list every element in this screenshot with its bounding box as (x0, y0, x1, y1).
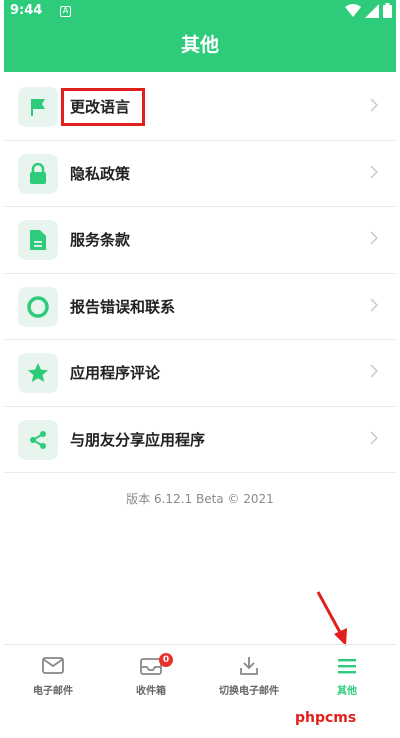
battery-icon (383, 3, 392, 18)
chevron-right-icon (370, 297, 378, 312)
unread-badge: 0 (159, 653, 173, 667)
menu-item-privacy-policy[interactable]: 隐私政策 (4, 141, 396, 207)
document-icon (30, 230, 46, 250)
menu-icon-container (18, 353, 58, 393)
version-text: 版本 6.12.1 Beta © 2021 (126, 492, 274, 506)
page-title: 其他 (180, 34, 219, 56)
tab-inbox[interactable]: 0 收件箱 (102, 645, 200, 706)
notification-icon: A (60, 6, 71, 17)
bottom-tab-bar: 电子邮件 0 收件箱 切换电子邮件 其他 (4, 644, 396, 706)
settings-menu: 更改语言 隐私政策 服务条款 报告错误和联系 应用程序评论 与朋友分享应用程序 (4, 74, 396, 473)
menu-icon-container (18, 220, 58, 260)
highlight-annotation (61, 88, 145, 126)
menu-item-label: 与朋友分享应用程序 (70, 430, 206, 449)
watermark: phpcms (295, 710, 357, 726)
signal-icon (365, 3, 379, 18)
lifebuoy-icon (27, 295, 49, 318)
menu-icon-container (18, 286, 58, 327)
tab-label: 其他 (337, 686, 357, 697)
menu-item-share-app[interactable]: 与朋友分享应用程序 (4, 407, 396, 473)
status-icons (345, 3, 392, 18)
red-arrow-annotation (316, 591, 347, 646)
tab-email[interactable]: 电子邮件 (4, 645, 102, 706)
menu-icon-container (18, 153, 58, 194)
menu-icon-container (18, 87, 58, 127)
menu-item-terms-of-service[interactable]: 服务条款 (4, 207, 396, 274)
menu-item-label: 隐私政策 (70, 164, 131, 183)
download-icon (240, 657, 258, 675)
menu-item-label: 服务条款 (70, 231, 131, 249)
menu-item-app-review[interactable]: 应用程序评论 (4, 340, 396, 407)
status-time: 9:44 (10, 3, 43, 18)
chevron-right-icon (370, 98, 378, 112)
menu-item-label: 应用程序评论 (70, 364, 161, 382)
app-header: 9:44 A 其他 (4, 0, 396, 72)
chevron-right-icon (370, 164, 378, 179)
menu-item-label: 报告错误和联系 (70, 297, 176, 316)
mail-icon (42, 657, 64, 674)
wifi-icon (345, 3, 361, 17)
tab-other[interactable]: 其他 (298, 645, 396, 706)
menu-item-report-bug[interactable]: 报告错误和联系 (4, 274, 396, 340)
flag-icon (31, 99, 45, 116)
tab-label: 切换电子邮件 (219, 686, 279, 697)
share-icon (30, 430, 46, 449)
tab-switch-email[interactable]: 切换电子邮件 (200, 645, 298, 706)
tab-label: 收件箱 (136, 686, 166, 697)
tab-label: 电子邮件 (33, 686, 73, 697)
menu-icon-container (18, 419, 58, 460)
lock-icon (30, 162, 46, 184)
status-bar: 9:44 A (4, 0, 396, 24)
menu-item-change-language[interactable]: 更改语言 (4, 74, 396, 141)
chevron-right-icon (370, 430, 378, 445)
star-icon (28, 363, 48, 382)
menu-icon (338, 659, 356, 674)
chevron-right-icon (370, 231, 378, 245)
chevron-right-icon (370, 364, 378, 378)
